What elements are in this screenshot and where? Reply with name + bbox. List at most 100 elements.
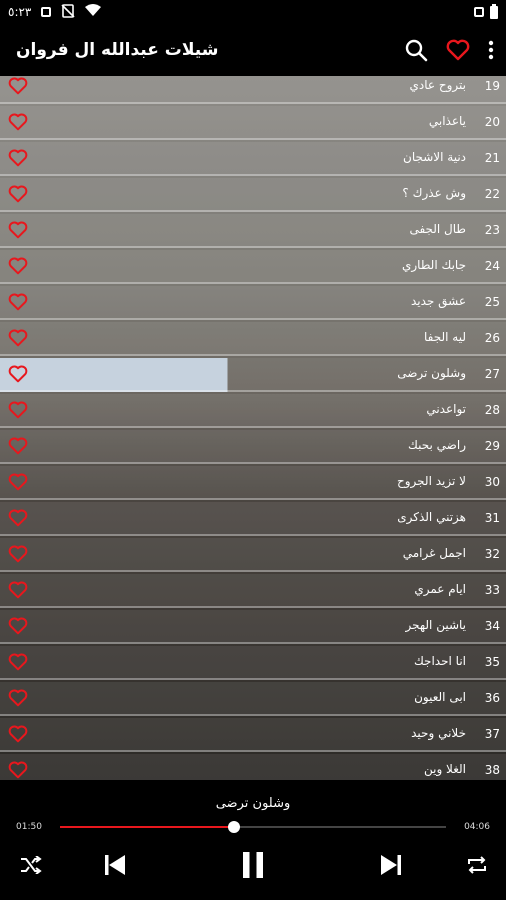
- seek-bar[interactable]: [60, 821, 446, 833]
- track-number: 29: [484, 439, 500, 453]
- track-number: 30: [484, 475, 500, 489]
- track-name: ياشين الهجر: [405, 618, 466, 632]
- track-row[interactable]: الغلا وين 38: [0, 754, 506, 780]
- track-name: راضي بحبك: [408, 438, 466, 452]
- sim-off-icon: [61, 3, 75, 21]
- search-icon[interactable]: [404, 38, 428, 62]
- track-number: 31: [484, 511, 500, 525]
- favorite-heart-icon[interactable]: [8, 221, 28, 241]
- favorite-heart-icon[interactable]: [8, 473, 28, 493]
- track-row[interactable]: ايام عمري 33: [0, 574, 506, 608]
- track-number: 19: [484, 79, 500, 93]
- favorite-heart-icon[interactable]: [8, 437, 28, 457]
- favorite-heart-icon[interactable]: [8, 293, 28, 313]
- track-name: عشق جديد: [410, 294, 466, 308]
- repeat-icon[interactable]: [464, 854, 490, 876]
- total-time: 04:06: [464, 822, 490, 832]
- current-time: 01:50: [16, 822, 42, 832]
- track-name: اجمل غرامي: [402, 546, 466, 560]
- track-name: ليه الجفا: [424, 330, 466, 344]
- notification-icon: [41, 7, 52, 17]
- screenshot-indicator-icon: [474, 7, 484, 17]
- favorite-heart-icon[interactable]: [8, 581, 28, 601]
- track-number: 35: [484, 655, 500, 669]
- track-number: 37: [484, 727, 500, 741]
- track-number: 28: [484, 403, 500, 417]
- now-playing-title: وشلون ترضى: [215, 796, 291, 811]
- favorite-heart-icon[interactable]: [8, 149, 28, 169]
- track-row[interactable]: عشق جديد 25: [0, 286, 506, 320]
- track-name: تواعدني: [426, 402, 466, 416]
- track-number: 25: [484, 295, 500, 309]
- favorite-heart-icon[interactable]: [8, 689, 28, 709]
- favorite-heart-icon[interactable]: [8, 77, 28, 97]
- track-number: 24: [484, 259, 500, 273]
- track-row[interactable]: طال الجفى 23: [0, 214, 506, 248]
- track-number: 26: [484, 331, 500, 345]
- track-number: 33: [484, 583, 500, 597]
- track-name: خلاني وحيد: [411, 726, 466, 740]
- favorites-heart-icon[interactable]: [446, 39, 470, 61]
- track-name: لا تزيد الجروح: [397, 474, 466, 488]
- favorite-heart-icon[interactable]: [8, 329, 28, 349]
- track-row[interactable]: اجمل غرامي 32: [0, 538, 506, 572]
- track-row[interactable]: راضي بحبك 29: [0, 430, 506, 464]
- battery-icon: [490, 3, 498, 19]
- track-name: بتروح عادي: [409, 78, 467, 92]
- favorite-heart-icon[interactable]: [8, 653, 28, 673]
- favorite-heart-icon[interactable]: [8, 257, 28, 277]
- track-row[interactable]: وشلون ترضى 27: [0, 358, 506, 392]
- app-title: شيلات عبدالله ال فروان: [16, 40, 219, 60]
- more-vert-icon[interactable]: [488, 40, 494, 60]
- favorite-heart-icon[interactable]: [8, 617, 28, 637]
- track-row[interactable]: جابك الطاري 24: [0, 250, 506, 284]
- track-name: انا احداجك: [413, 654, 466, 668]
- favorite-heart-icon[interactable]: [8, 545, 28, 565]
- app-bar: شيلات عبدالله ال فروان: [0, 24, 506, 76]
- track-list[interactable]: بتروح عادي 19 ياعذابي 20 دنية الاشجان 21 وش عذ…: [0, 76, 506, 780]
- seek-progress: [60, 826, 234, 828]
- track-row[interactable]: وش عذرك ؟ 22: [0, 178, 506, 212]
- favorite-heart-icon[interactable]: [8, 401, 28, 421]
- track-name: ابى العيون: [414, 690, 466, 704]
- pause-icon[interactable]: [240, 848, 266, 882]
- track-number: 36: [484, 691, 500, 705]
- seek-knob[interactable]: [227, 821, 240, 833]
- favorite-heart-icon[interactable]: [8, 113, 28, 133]
- track-name: دنية الاشجان: [403, 150, 466, 164]
- favorite-heart-icon[interactable]: [8, 509, 28, 529]
- track-row[interactable]: ابى العيون 36: [0, 682, 506, 716]
- favorite-heart-icon[interactable]: [8, 185, 28, 205]
- track-row[interactable]: انا احداجك 35: [0, 646, 506, 680]
- track-number: 23: [484, 223, 500, 237]
- track-row[interactable]: ليه الجفا 26: [0, 322, 506, 356]
- previous-icon[interactable]: [102, 850, 128, 880]
- track-row[interactable]: ياعذابي 20: [0, 106, 506, 140]
- track-row[interactable]: تواعدني 28: [0, 394, 506, 428]
- next-icon[interactable]: [378, 850, 404, 880]
- wifi-icon: [85, 4, 102, 20]
- track-row[interactable]: بتروح عادي 19: [0, 76, 506, 104]
- track-row[interactable]: ياشين الهجر 34: [0, 610, 506, 644]
- track-number: 34: [484, 619, 500, 633]
- status-time: ٥:٢٣: [8, 5, 32, 19]
- favorite-heart-icon[interactable]: [8, 761, 28, 780]
- track-row[interactable]: دنية الاشجان 21: [0, 142, 506, 176]
- track-name: ايام عمري: [414, 582, 466, 596]
- track-name: جابك الطاري: [401, 258, 466, 272]
- track-name: هزتني الذكرى: [397, 510, 466, 524]
- track-row[interactable]: لا تزيد الجروح 30: [0, 466, 506, 500]
- favorite-heart-icon[interactable]: [8, 365, 28, 385]
- status-bar: ٥:٢٣: [0, 0, 506, 24]
- track-number: 27: [484, 367, 500, 381]
- track-number: 38: [484, 763, 500, 777]
- track-name: الغلا وين: [423, 762, 466, 776]
- shuffle-icon[interactable]: [18, 854, 44, 876]
- track-row[interactable]: هزتني الذكرى 31: [0, 502, 506, 536]
- player-controls: [0, 848, 506, 882]
- track-name: ياعذابي: [428, 114, 466, 128]
- track-number: 22: [484, 187, 500, 201]
- track-row[interactable]: خلاني وحيد 37: [0, 718, 506, 752]
- favorite-heart-icon[interactable]: [8, 725, 28, 745]
- player-bar: وشلون ترضى 01:50 04:06: [0, 780, 506, 900]
